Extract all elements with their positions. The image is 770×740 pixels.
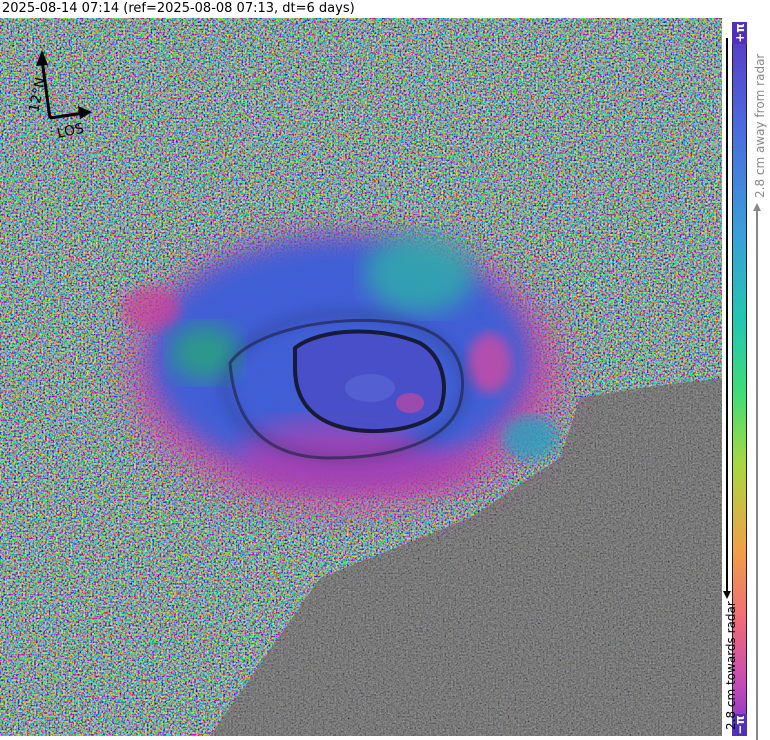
towards-arrow [726, 38, 728, 593]
colorbar-top-end: +π [732, 22, 747, 44]
interferogram-map[interactable]: 12°N LOS [0, 18, 722, 736]
away-arrow [756, 210, 758, 740]
map-title: 2025-08-14 07:14 (ref=2025-08-08 07:13, … [2, 1, 355, 16]
away-from-radar-label: 2.8 cm away from radar [753, 53, 767, 198]
interferogram-image: 12°N LOS [0, 18, 722, 736]
towards-radar-label: 2.8 cm towards radar [724, 601, 738, 730]
away-arrow-head [753, 203, 761, 211]
towards-arrow-head [723, 591, 731, 599]
phase-colorbar: +π −π 2.8 cm away from radar 2.8 cm towa… [722, 18, 770, 740]
